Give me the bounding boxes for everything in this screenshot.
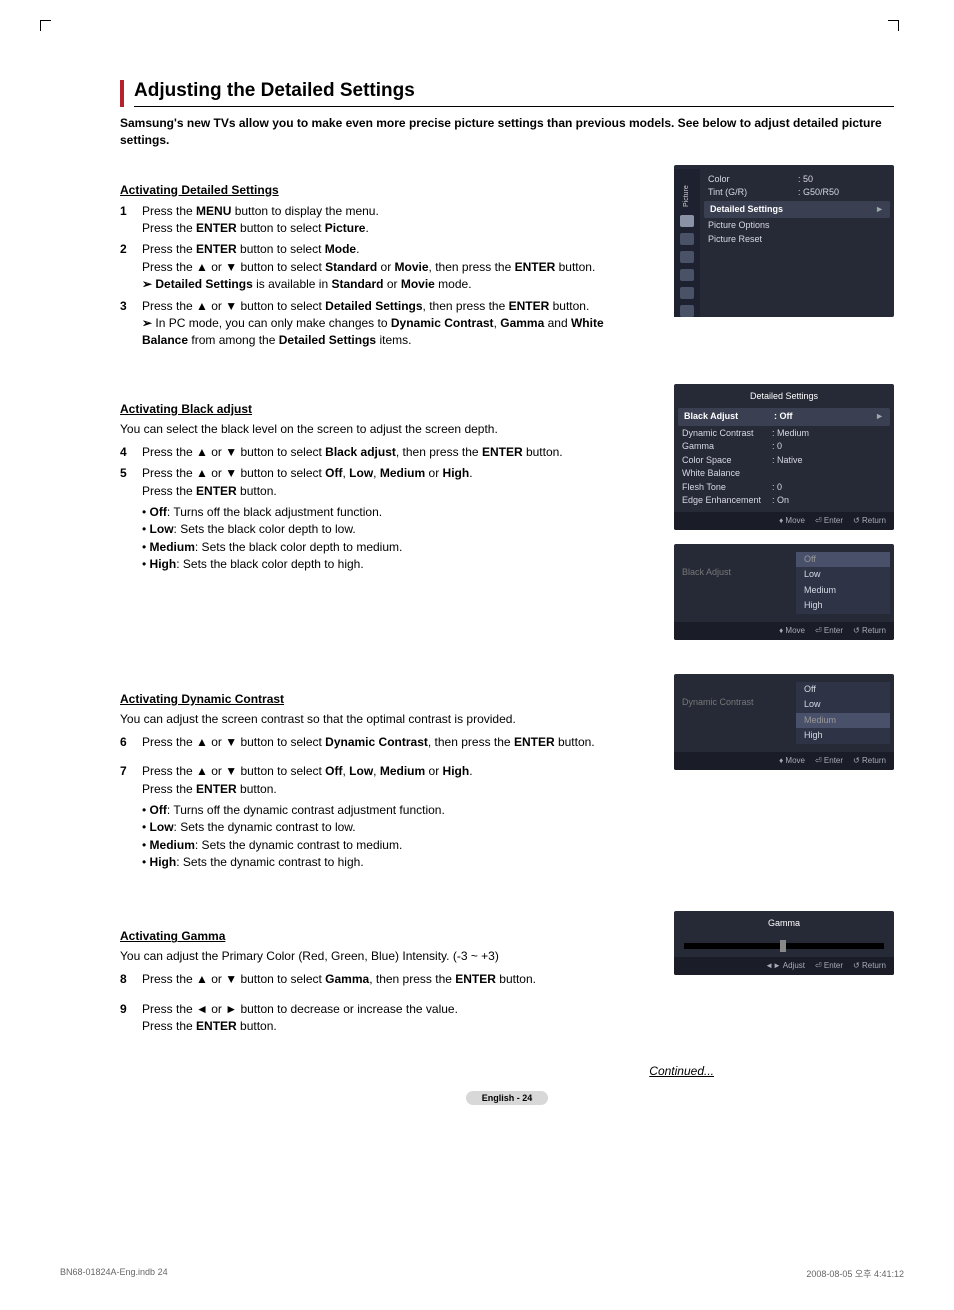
osd-title: Detailed Settings xyxy=(674,388,894,408)
picture-tab-icon xyxy=(680,215,694,227)
osd-detailed-settings-menu: Detailed Settings Black Adjust: Off► Dyn… xyxy=(674,384,894,530)
osd-detailed-settings: Detailed Settings xyxy=(710,203,800,217)
bullet-list: Off: Turns off the black adjustment func… xyxy=(142,504,640,574)
step-body: Press the ▲ or ▼ button to select Off, L… xyxy=(142,763,640,798)
osd-tint-value: : G50/R50 xyxy=(798,186,839,200)
step-number: 7 xyxy=(120,763,142,798)
footer-left: BN68-01824A-Eng.indb 24 xyxy=(60,1267,168,1280)
osd-option-label: Dynamic Contrast xyxy=(674,678,792,748)
osd-row-label: Color Space xyxy=(682,454,772,468)
osd-row-label: Dynamic Contrast xyxy=(682,427,772,441)
osd-row-value: : 0 xyxy=(772,440,782,454)
page-number-badge: English - 24 xyxy=(466,1091,549,1105)
osd-row-value: : 0 xyxy=(772,481,782,495)
osd-option: Medium xyxy=(796,713,890,729)
sound-tab-icon xyxy=(680,233,694,245)
osd-enter-hint: ⏎ Enter xyxy=(815,960,843,972)
osd-black-adjust-options: Black Adjust Off Low Medium High ♦ Move ⏎… xyxy=(674,544,894,640)
osd-option: Medium xyxy=(796,583,890,599)
section-heading-black-adjust: Activating Black adjust xyxy=(120,402,640,416)
step-body: Press the MENU button to display the men… xyxy=(142,203,640,238)
gamma-slider: 0 xyxy=(684,943,884,949)
section-heading-dynamic-contrast: Activating Dynamic Contrast xyxy=(120,692,640,706)
osd-move-hint: ♦ Move xyxy=(779,625,805,637)
osd-option: Off xyxy=(796,552,890,568)
osd-row-label: Black Adjust xyxy=(684,410,774,424)
crop-mark xyxy=(888,20,899,31)
osd-return-hint: ↺ Return xyxy=(853,515,886,527)
step-number: 5 xyxy=(120,465,142,500)
osd-option: Low xyxy=(796,567,890,583)
osd-row-value: : On xyxy=(772,494,789,508)
channel-tab-icon xyxy=(680,251,694,263)
step-body: Press the ▲ or ▼ button to select Off, L… xyxy=(142,465,640,500)
osd-enter-hint: ⏎ Enter xyxy=(815,625,843,637)
arrow-right-icon: ► xyxy=(793,410,885,424)
osd-row-label: White Balance xyxy=(682,467,772,481)
osd-picture-menu: Picture Color: 50 Tint (G/R): G50/R50 De… xyxy=(674,165,894,317)
step-body: Press the ▲ or ▼ button to select Gamma,… xyxy=(142,971,640,988)
section-heading-activating: Activating Detailed Settings xyxy=(120,183,640,197)
osd-row-label: Gamma xyxy=(682,440,772,454)
section-desc: You can adjust the screen contrast so th… xyxy=(120,712,640,726)
osd-title: Gamma xyxy=(674,915,894,935)
page-title: Adjusting the Detailed Settings xyxy=(134,80,894,107)
osd-return-hint: ↺ Return xyxy=(853,960,886,972)
osd-dynamic-contrast-options: Dynamic Contrast Off Low Medium High ♦ M… xyxy=(674,674,894,770)
step-number: 8 xyxy=(120,971,142,988)
osd-row-label: Edge Enhancement xyxy=(682,494,772,508)
osd-tab-label: Picture xyxy=(682,175,693,207)
bullet-list: Off: Turns off the dynamic contrast adju… xyxy=(142,802,640,872)
osd-option: Off xyxy=(796,682,890,698)
continued-text: Continued... xyxy=(120,1064,714,1078)
gamma-slider-thumb xyxy=(780,940,786,952)
osd-row-value: : Off xyxy=(774,410,793,424)
step-body: Press the ▲ or ▼ button to select Dynami… xyxy=(142,734,640,751)
osd-row-value: : Native xyxy=(772,454,803,468)
step-number: 9 xyxy=(120,1001,142,1036)
step-body: Press the ▲ or ▼ button to select Detail… xyxy=(142,298,640,350)
osd-row-value: : Medium xyxy=(772,427,809,441)
osd-enter-hint: ⏎ Enter xyxy=(815,515,843,527)
osd-move-hint: ♦ Move xyxy=(779,515,805,527)
osd-picture-reset: Picture Reset xyxy=(708,233,798,247)
osd-row-label: Flesh Tone xyxy=(682,481,772,495)
osd-option-label: Black Adjust xyxy=(674,548,792,618)
setup-tab-icon xyxy=(680,269,694,281)
osd-color-label: Color xyxy=(708,173,798,187)
step-number: 6 xyxy=(120,734,142,751)
osd-option: High xyxy=(796,728,890,744)
osd-option: High xyxy=(796,598,890,614)
osd-return-hint: ↺ Return xyxy=(853,755,886,767)
osd-adjust-hint: ◄► Adjust xyxy=(765,960,805,972)
step-number: 1 xyxy=(120,203,142,238)
step-number: 4 xyxy=(120,444,142,461)
section-desc: You can adjust the Primary Color (Red, G… xyxy=(120,949,640,963)
osd-color-value: : 50 xyxy=(798,173,813,187)
step-body: Press the ENTER button to select Mode. P… xyxy=(142,241,640,293)
arrow-right-icon: ► xyxy=(800,203,884,217)
step-number: 3 xyxy=(120,298,142,350)
section-heading-gamma: Activating Gamma xyxy=(120,929,640,943)
osd-move-hint: ♦ Move xyxy=(779,755,805,767)
osd-gamma-menu: Gamma 0 ◄► Adjust ⏎ Enter ↺ Return xyxy=(674,911,894,975)
step-body: Press the ◄ or ► button to decrease or i… xyxy=(142,1001,640,1036)
crop-mark xyxy=(40,20,51,31)
osd-picture-options: Picture Options xyxy=(708,219,798,233)
osd-tint-label: Tint (G/R) xyxy=(708,186,798,200)
osd-option: Low xyxy=(796,697,890,713)
section-desc: You can select the black level on the sc… xyxy=(120,422,640,436)
step-number: 2 xyxy=(120,241,142,293)
osd-enter-hint: ⏎ Enter xyxy=(815,755,843,767)
app-tab-icon xyxy=(680,305,694,317)
step-body: Press the ▲ or ▼ button to select Black … xyxy=(142,444,640,461)
intro-text: Samsung's new TVs allow you to make even… xyxy=(120,115,894,149)
footer-right: 2008-08-05 오후 4:41:12 xyxy=(806,1267,904,1280)
input-tab-icon xyxy=(680,287,694,299)
osd-return-hint: ↺ Return xyxy=(853,625,886,637)
